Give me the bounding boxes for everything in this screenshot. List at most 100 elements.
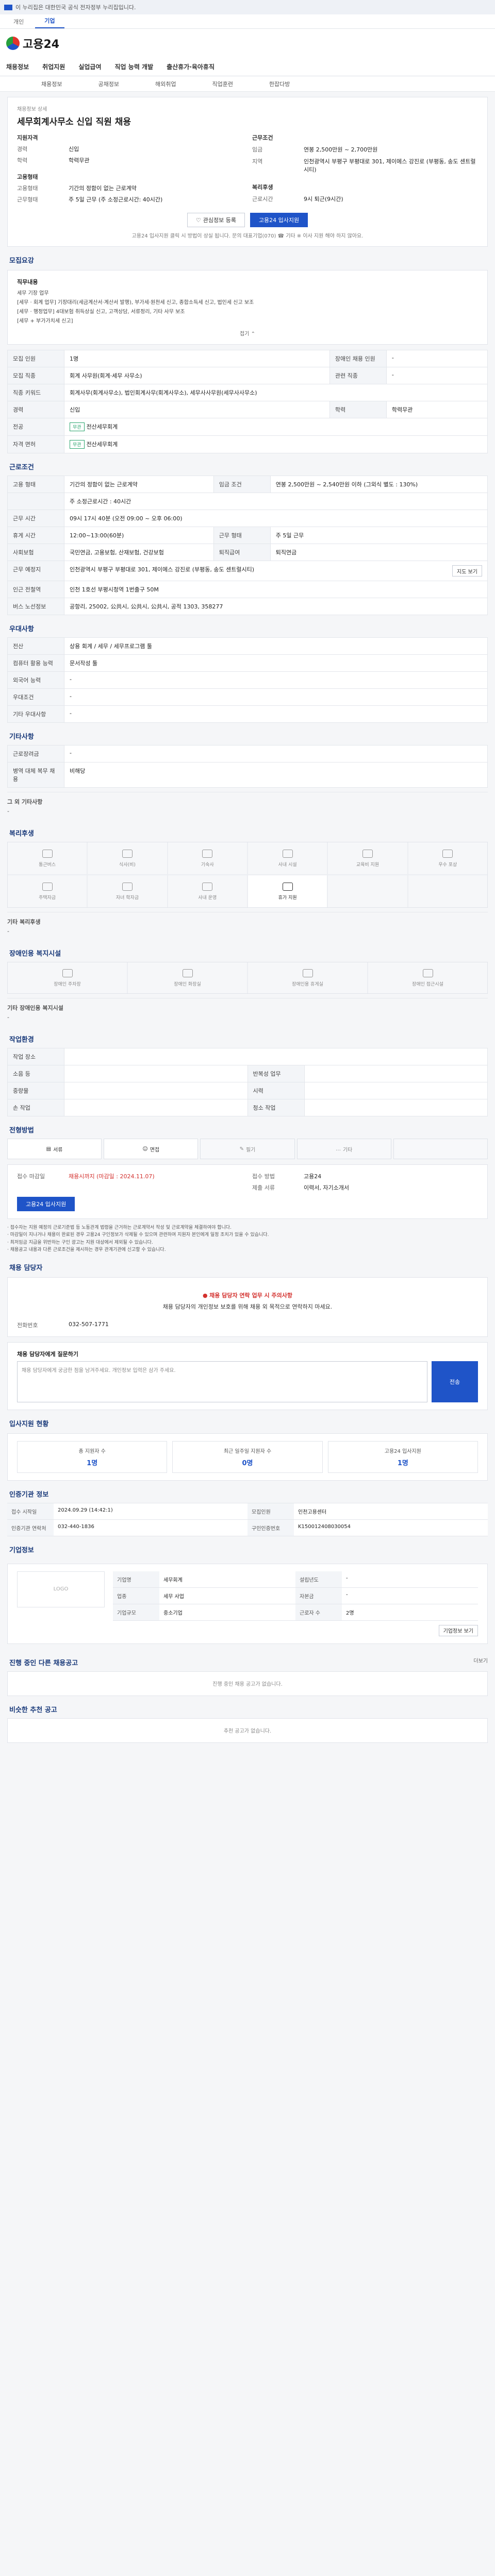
fold-toggle[interactable]: 접기 ⌃	[17, 329, 478, 337]
apply-button[interactable]: 고용24 입사지원	[250, 213, 308, 227]
stat-value: 1명	[87, 1459, 98, 1467]
process-heading: 전형방법	[9, 1127, 34, 1134]
table-key: 시력	[247, 1082, 305, 1099]
table-row: 전공 무관 전산세무회계	[7, 418, 488, 436]
table-key: 인근 전철역	[7, 581, 64, 598]
pencil-icon: ✎	[239, 1146, 244, 1152]
alert-text: 채용 담당자의 개인정보 보호를 위해 채용 외 목적으로 연락하지 마세요.	[162, 1303, 333, 1310]
table-value: 12:00~13:00(60분)	[64, 527, 214, 544]
etc-other-label: 그 외 기타사항	[7, 799, 43, 805]
subnav-item-training[interactable]: 직업훈련	[212, 80, 233, 88]
disab-item: 장애인 접근시설	[368, 962, 487, 993]
phone-label: 전화번호	[17, 1321, 38, 1329]
table-row: 근무 시간 09시 17시 40분 (오전 09:00 ~ 오후 06:00)	[7, 510, 488, 527]
similar-more-link[interactable]: 더보기	[473, 1656, 488, 1664]
company-key: 자본금	[295, 1587, 342, 1604]
note-item: · 마감일이 지나거나 채용이 완료된 경우 고용24 구인정보가 삭제될 수 …	[7, 1232, 269, 1238]
welfare-item-empty	[328, 875, 407, 907]
major-tag: 무관	[70, 422, 85, 431]
address-text: 인천광역시 부평구 부평대로 301, 제이에스 강진로 (부평동, 송도 센트…	[70, 566, 255, 573]
gnb-item-training[interactable]: 직업 능력 개발	[115, 62, 154, 71]
scrap-label: 관심정보 등록	[203, 217, 236, 224]
table-key: 경력	[7, 401, 64, 418]
scrap-button[interactable]: ♡ 관심정보 등록	[187, 213, 245, 227]
table-value: 무관 전산세무회계	[64, 418, 488, 436]
table-value: -	[386, 350, 488, 367]
dorm-icon	[202, 849, 213, 858]
welfare-label: 주택자금	[39, 895, 56, 901]
step-label: 면접	[150, 1147, 160, 1153]
step-document: ▤ 서류	[7, 1139, 102, 1159]
summary-key: 복리후생	[252, 183, 273, 191]
env-table: 작업 장소 소음 등 반복성 업무 중량물 시력 손 작업 청소 작업	[7, 1048, 488, 1116]
prefer-table: 전산 상용 회계 / 세무 / 세무프로그램 툴 컴퓨터 활용 능력 문서작성 툴 …	[7, 637, 488, 723]
qa-input[interactable]: 채용 담당자에게 궁금한 점을 남겨주세요. 개인정보 입력은 삼가 주세요.	[17, 1361, 427, 1402]
summary-key: 고용형태	[17, 185, 38, 192]
stat-value: 1명	[397, 1459, 408, 1467]
phone-value[interactable]: 032-507-1771	[69, 1321, 478, 1329]
stat-total: 총 지원자 수 1명	[17, 1440, 168, 1473]
job-summary: 채용정보 상세 세무회계사무소 신입 직원 채용 지원자격 경력 신입 학력 학력무…	[7, 97, 488, 247]
gnb-item-jobs[interactable]: 채용정보	[6, 62, 29, 71]
table-key: 휴게 시간	[7, 527, 64, 544]
table-row: 중량물 시력	[7, 1082, 488, 1099]
company-section: LOGO 기업명 세무회계 설립년도 - 업종 세무 사업 자본금 - 기업규모 중소기업 근로…	[7, 1563, 488, 1644]
stat-online: 고용24 입사지원 1명	[327, 1440, 478, 1473]
table-value: 무관 전산세무회계	[64, 435, 488, 453]
gnb-item-unemployment[interactable]: 실업급여	[78, 62, 101, 71]
welfare-grid: 통근버스 식사(비) 기숙사 사내 시설 교육비 지원 우수 포상 주택자금 자…	[7, 842, 488, 908]
gnb-item-leave[interactable]: 출산휴가·육아휴직	[167, 62, 214, 71]
table-key: 근무 시간	[7, 510, 64, 527]
tab-company[interactable]: 기업	[35, 14, 64, 28]
facility-icon	[282, 849, 293, 858]
table-row: 인근 전철역 인천 1호선 부평시청역 1번출구 50M	[7, 581, 488, 598]
table-key: 고용 형태	[7, 476, 64, 493]
company-key: 업종	[113, 1587, 159, 1604]
table-key: 모집 직종	[7, 367, 64, 384]
tab-personal[interactable]: 개인	[4, 15, 33, 28]
table-value	[304, 1082, 488, 1099]
method-label: 접수 방법	[252, 1173, 275, 1180]
table-value: -	[64, 745, 488, 762]
stat-label: 총 지원자 수	[78, 1448, 106, 1454]
dots-icon: …	[335, 1146, 341, 1152]
subnav-item-jobs[interactable]: 채용정보	[41, 80, 62, 88]
education-icon	[362, 849, 373, 858]
welfare-label: 사내 운영	[198, 895, 217, 901]
process-apply-button[interactable]: 고용24 입사지원	[17, 1197, 75, 1211]
map-button[interactable]: 지도 보기	[452, 565, 482, 577]
disab-label: 장애인용 휴게실	[292, 981, 323, 987]
company-value: 세무 사업	[159, 1588, 295, 1604]
table-row: 작업 장소	[7, 1048, 488, 1065]
house-icon	[42, 882, 53, 891]
qa-send-button[interactable]: 전송	[432, 1361, 478, 1402]
page-title: 세무회계사무소 신입 직원 채용	[17, 117, 131, 127]
stats-section: 총 지원자 수 1명 최근 일주일 지원자 수 0명 고용24 입사지원 1명	[7, 1433, 488, 1481]
info-value: 032-440-1836	[54, 1520, 248, 1536]
stat-value: 0명	[242, 1459, 253, 1467]
summary-key: 경력	[17, 146, 28, 152]
subnav-item-hanjob[interactable]: 한잡다방	[269, 80, 290, 88]
table-value	[304, 1099, 488, 1116]
table-row: 컴퓨터 활용 능력 문서작성 툴	[7, 654, 488, 672]
qa-heading: 채용 담당자에게 질문하기	[17, 1350, 78, 1358]
table-value: 학력무관	[386, 401, 488, 418]
process-steps: ▤ 서류 ☺ 면접 ✎ 필기 … 기타	[7, 1139, 488, 1159]
table-key: 기타 우대사항	[7, 705, 64, 723]
table-key: 소음 등	[7, 1065, 64, 1082]
table-key: 학력	[329, 401, 387, 418]
site-logo[interactable]: 고용24	[6, 35, 59, 52]
etc-heading: 기타사항	[9, 733, 34, 741]
company-info-button[interactable]: 기업정보 보기	[438, 1624, 478, 1636]
subnav-item-overseas[interactable]: 해외취업	[155, 80, 176, 88]
disab-other-value: -	[7, 1014, 9, 1021]
welfare-item: 식사(비)	[88, 842, 167, 874]
table-value: 09시 17시 40분 (오전 09:00 ~ 오후 06:00)	[64, 510, 488, 527]
welfare-label: 사내 시설	[278, 862, 297, 868]
contact-heading: 채용 담당자	[9, 1264, 43, 1272]
gnb-item-support[interactable]: 취업지원	[42, 62, 65, 71]
disab-item: 장애인용 휴게실	[248, 962, 367, 993]
subnav-item-public[interactable]: 공채정보	[98, 80, 119, 88]
stat-label: 최근 일주일 지원자 수	[223, 1448, 272, 1454]
table-value: 회계 사무원(회계·세무 사무소)	[64, 367, 330, 384]
